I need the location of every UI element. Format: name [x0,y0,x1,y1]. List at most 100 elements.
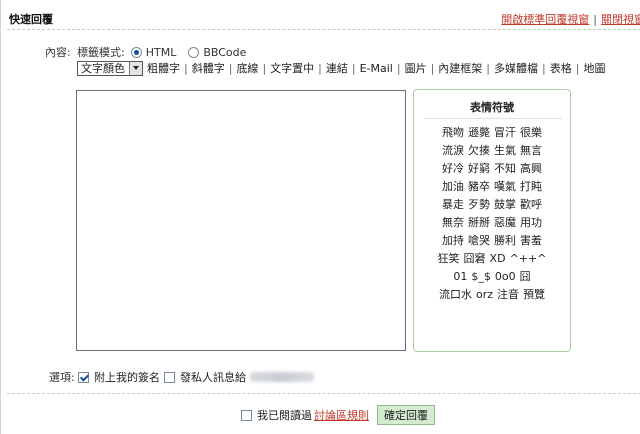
emoticon-item[interactable]: 0o0 [495,270,516,283]
toolbar-separator: | [430,61,435,75]
emoticon-item[interactable]: 豬卒 [468,180,490,193]
chevron-down-icon[interactable] [129,61,142,75]
emoticon-item[interactable]: 勝利 [494,234,516,247]
bbcode-mode-label[interactable]: BBCode [203,46,246,59]
emoticon-item[interactable]: 好窮 [468,162,490,175]
emoticon-item[interactable]: 無奈 [442,216,464,229]
emoticon-item[interactable]: 好冷 [442,162,464,175]
emoticon-row: 好冷 好窮 不知 高興 [414,160,570,178]
emoticon-row: 01 $_$ 0o0 囧 [414,268,570,286]
open-standard-reply-link[interactable]: 開啟標準回覆視窗 [501,13,589,26]
agree-rules-label[interactable]: 我已閱讀過 [257,407,312,423]
submit-row: 我已閱讀過 討論區規則 確定回覆 [241,405,435,425]
toolbar-separator: | [351,61,356,75]
emoticon-item[interactable]: 很樂 [520,126,542,139]
forum-rules-link[interactable]: 討論區規則 [314,407,369,423]
emoticon-item[interactable]: 狂笑 [438,252,460,265]
tag-mode-row: 標籤模式: HTML BBCode [77,44,252,60]
emoticon-item[interactable]: 加持 [442,234,464,247]
emoticon-panel: 表情符號 飛吻 遜斃 冒汗 很樂 流淚 欠揍 生氣 無言 好冷 好窮 不知 高興 加油 豬卒 嘆氣 打盹 暴走歹… [413,89,571,352]
emoticon-item[interactable]: 暴走 [442,198,464,211]
toolbar-item[interactable]: 地圖 [583,60,605,76]
text-color-select[interactable]: 文字顏色 [77,60,143,76]
toolbar-separator: | [228,61,233,75]
emoticon-panel-title: 表情符號 [470,101,514,114]
emoticon-item[interactable]: 鼓掌 [494,198,516,211]
emoticon-item[interactable]: 掰掰 [468,216,490,229]
emoticon-item[interactable]: 注音 [497,288,519,301]
toolbar-item[interactable]: 底線 [236,60,258,76]
emoticon-item[interactable]: $_$ [471,270,491,283]
emoticon-row: 流淚 欠揍 生氣 無言 [414,142,570,160]
close-window-link[interactable]: 關閉視窗 [601,13,640,26]
emoticon-row: 狂笑 囧窘 XD ^++^ [414,250,570,268]
attach-signature-option: 附上我的簽名 [78,369,160,385]
format-toolbar: 文字顏色 粗體字 | 斜體字 | 底線 | 文字置中 | 連結 | E-Mail | 圖片 | 內建框架 | 多… [77,60,605,76]
emoticon-item[interactable]: 無言 [520,144,542,157]
emoticon-item[interactable]: orz [476,288,493,301]
emoticon-item[interactable]: 嘆氣 [494,180,516,193]
emoticon-row: 暴走 歹勢 鼓掌 歡呼 [414,196,570,214]
submit-reply-button[interactable]: 確定回覆 [377,405,435,425]
emoticon-item[interactable]: 囧窘 [464,252,486,265]
panel-title: 快速回覆 [9,13,53,26]
redacted-username [250,372,314,382]
toolbar-item[interactable]: 文字置中 [270,60,314,76]
emoticon-item[interactable]: 惡魔 [494,216,516,229]
toolbar-item[interactable]: 連結 [326,60,348,76]
toolbar-separator: | [396,61,401,75]
toolbar-item[interactable]: 多媒體檔 [494,60,538,76]
emoticon-item[interactable]: 欠揍 [468,144,490,157]
emoticon-row: 無奈 掰掰 惡魔 用功 [414,214,570,232]
toolbar-separator: | [486,61,491,75]
attach-signature-label[interactable]: 附上我的簽名 [94,369,160,385]
emoticon-item[interactable]: 預覽 [523,288,545,301]
emoticon-item[interactable]: 生氣 [494,144,516,157]
emoticon-item[interactable]: 飛吻 [442,126,464,139]
send-pm-checkbox[interactable] [164,371,175,383]
header-links: 開啟標準回覆視窗 | 關閉視窗 [501,11,640,27]
bbcode-mode-radio[interactable] [188,46,200,58]
toolbar-item[interactable]: 內建框架 [438,60,482,76]
emoticon-item[interactable]: 不知 [494,162,516,175]
toolbar-separator: | [542,61,546,75]
emoticon-item[interactable]: 流口水 [439,288,472,301]
toolbar-separator: | [184,61,188,75]
emoticon-item[interactable]: 歡呼 [520,198,542,211]
toolbar-item[interactable]: 表格 [550,60,572,76]
reply-content-editor[interactable] [76,90,406,351]
agree-rules-checkbox[interactable] [241,409,252,421]
header-divider [7,29,640,30]
attach-signature-checkbox[interactable] [78,371,89,383]
emoticon-item[interactable]: 01 [453,270,467,283]
emoticon-row: 加持 嗆哭 勝利 害羞 [414,232,570,250]
emoticon-item[interactable]: ^++^ [510,252,547,265]
toolbar-item[interactable]: E-Mail [360,62,393,75]
text-color-select-value: 文字顏色 [81,62,125,75]
emoticon-item[interactable]: 流淚 [442,144,464,157]
toolbar-separator: | [262,61,267,75]
quick-reply-panel: 快速回覆 開啟標準回覆視窗 | 關閉視窗 內容: 標籤模式: HTML BBCode… [0,0,640,434]
send-pm-label[interactable]: 發私人訊息給 [180,369,246,385]
options-label: 選項: [49,371,75,384]
emoticon-item[interactable]: 高興 [520,162,542,175]
emoticon-item[interactable]: 歹勢 [468,198,490,211]
emoticon-row: 流口水 orz 注音 預覽 [414,286,570,304]
toolbar-separator: | [575,61,580,75]
html-mode-label[interactable]: HTML [146,46,177,59]
emoticon-item[interactable]: 打盹 [520,180,542,193]
emoticon-item[interactable]: 冒汗 [494,126,516,139]
toolbar-item[interactable]: 斜體字 [192,60,225,76]
emoticon-item[interactable]: 嗆哭 [468,234,490,247]
emoticon-item[interactable]: XD [490,252,506,265]
toolbar-separator: | [318,61,322,75]
emoticon-item[interactable]: 用功 [520,216,542,229]
emoticon-row: 加油 豬卒 嘆氣 打盹 [414,178,570,196]
emoticon-item[interactable]: 遜斃 [468,126,490,139]
emoticon-item[interactable]: 加油 [442,180,464,193]
html-mode-radio[interactable] [130,46,142,58]
emoticon-item[interactable]: 害羞 [520,234,542,247]
toolbar-item[interactable]: 圖片 [405,60,427,76]
emoticon-item[interactable]: 囧 [520,270,531,283]
toolbar-item[interactable]: 粗體字 [147,60,180,76]
